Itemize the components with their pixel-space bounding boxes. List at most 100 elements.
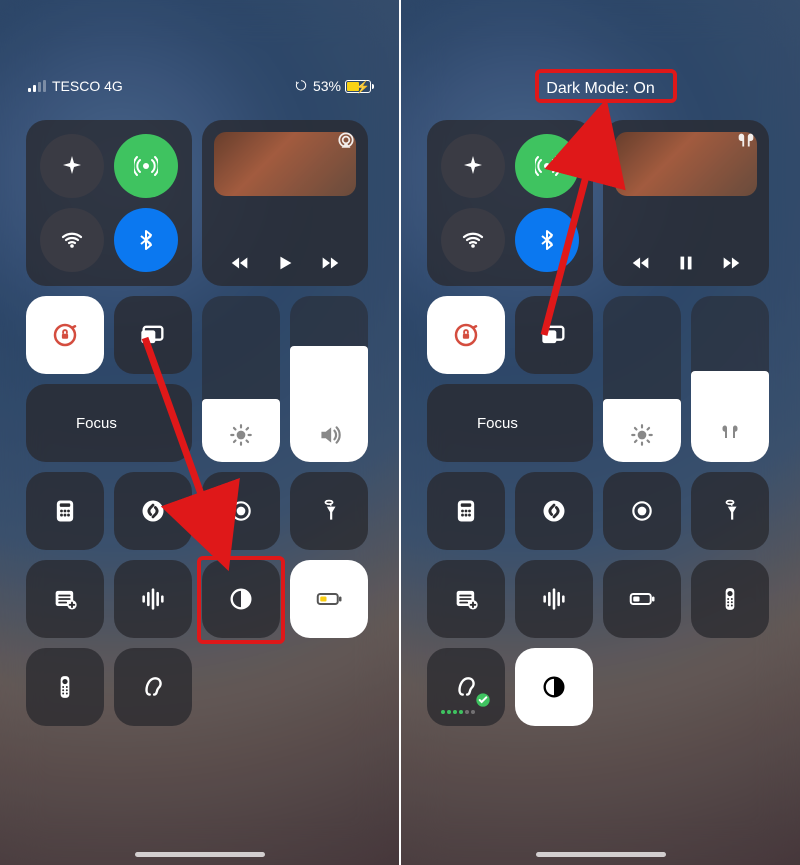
airplane-icon bbox=[60, 154, 84, 178]
orientation-lock-toggle[interactable] bbox=[26, 296, 104, 374]
brightness-icon bbox=[228, 422, 254, 448]
airpods-small-icon bbox=[715, 418, 745, 448]
focus-label: Focus bbox=[477, 415, 518, 432]
battery-lpm-icon bbox=[314, 584, 344, 614]
home-indicator[interactable] bbox=[536, 852, 666, 857]
shazam-button[interactable] bbox=[515, 472, 593, 550]
orientation-lock-icon bbox=[50, 320, 80, 350]
orientation-lock-toggle[interactable] bbox=[427, 296, 505, 374]
cellular-toggle[interactable] bbox=[114, 134, 178, 198]
signal-icon bbox=[28, 81, 46, 92]
forward-button[interactable] bbox=[720, 252, 742, 274]
wifi-toggle[interactable] bbox=[40, 208, 104, 272]
focus-label: Focus bbox=[76, 415, 117, 432]
status-bar: TESCO 4G 53% ⚡ bbox=[0, 78, 399, 94]
screen-record-icon bbox=[228, 498, 254, 524]
orientation-lock-status-icon bbox=[293, 78, 309, 94]
wifi-icon bbox=[461, 228, 485, 252]
flashlight-button[interactable] bbox=[691, 472, 769, 550]
waveform-icon bbox=[139, 585, 167, 613]
rewind-button[interactable] bbox=[229, 252, 251, 274]
moon-icon bbox=[445, 412, 467, 434]
calculator-button[interactable] bbox=[26, 472, 104, 550]
screen-mirror-icon bbox=[139, 321, 167, 349]
calculator-icon bbox=[51, 497, 79, 525]
wifi-toggle[interactable] bbox=[441, 208, 505, 272]
brightness-slider[interactable] bbox=[202, 296, 280, 462]
bluetooth-icon bbox=[535, 228, 559, 252]
battery-icon: ⚡ bbox=[345, 80, 371, 93]
hearing-button[interactable] bbox=[114, 648, 192, 726]
airplane-toggle[interactable] bbox=[40, 134, 104, 198]
connectivity-module[interactable] bbox=[26, 120, 192, 286]
ear-icon bbox=[140, 674, 166, 700]
dark-mode-icon bbox=[227, 585, 255, 613]
battery-lpm-icon bbox=[627, 584, 657, 614]
media-module[interactable] bbox=[603, 120, 769, 286]
right-screenshot: Dark Mode: On Focus bbox=[401, 0, 800, 865]
focus-button[interactable]: Focus bbox=[26, 384, 192, 462]
airplay-icon[interactable] bbox=[336, 130, 356, 150]
rewind-button[interactable] bbox=[630, 252, 652, 274]
apple-tv-remote-button[interactable] bbox=[26, 648, 104, 726]
forward-button[interactable] bbox=[319, 252, 341, 274]
volume-icon bbox=[316, 422, 342, 448]
left-screenshot: TESCO 4G 53% ⚡ bbox=[0, 0, 399, 865]
notes-button[interactable] bbox=[427, 560, 505, 638]
cellular-icon bbox=[134, 154, 158, 178]
media-artwork bbox=[214, 132, 356, 196]
apple-tv-remote-button[interactable] bbox=[691, 560, 769, 638]
calculator-icon bbox=[452, 497, 480, 525]
low-power-button[interactable] bbox=[290, 560, 368, 638]
remote-icon bbox=[717, 586, 743, 612]
shazam-button[interactable] bbox=[114, 472, 192, 550]
moon-icon bbox=[44, 412, 66, 434]
wifi-icon bbox=[60, 228, 84, 252]
media-module[interactable] bbox=[202, 120, 368, 286]
notes-button[interactable] bbox=[26, 560, 104, 638]
brightness-slider[interactable] bbox=[603, 296, 681, 462]
airplane-icon bbox=[461, 154, 485, 178]
control-center: Focus bbox=[427, 120, 774, 726]
bluetooth-toggle[interactable] bbox=[114, 208, 178, 272]
focus-button[interactable]: Focus bbox=[427, 384, 593, 462]
orientation-lock-icon bbox=[451, 320, 481, 350]
airpods-volume-slider[interactable] bbox=[691, 296, 769, 462]
hearing-level-dots bbox=[441, 710, 475, 714]
bluetooth-icon bbox=[134, 228, 158, 252]
battery-pct-label: 53% bbox=[313, 78, 341, 94]
dark-mode-button[interactable] bbox=[202, 560, 280, 638]
bluetooth-toggle[interactable] bbox=[515, 208, 579, 272]
shazam-icon bbox=[540, 497, 568, 525]
carrier-label: TESCO 4G bbox=[52, 78, 123, 94]
dark-mode-status-label: Dark Mode: On bbox=[546, 80, 654, 98]
cellular-toggle[interactable] bbox=[515, 134, 579, 198]
hearing-button-active[interactable] bbox=[427, 648, 505, 726]
brightness-icon bbox=[629, 422, 655, 448]
low-power-button[interactable] bbox=[603, 560, 681, 638]
voice-memo-button[interactable] bbox=[515, 560, 593, 638]
flashlight-icon bbox=[717, 498, 743, 524]
screen-mirroring-button[interactable] bbox=[515, 296, 593, 374]
flashlight-button[interactable] bbox=[290, 472, 368, 550]
notes-icon bbox=[51, 585, 79, 613]
airplane-toggle[interactable] bbox=[441, 134, 505, 198]
screen-record-button[interactable] bbox=[603, 472, 681, 550]
screen-mirroring-button[interactable] bbox=[114, 296, 192, 374]
flashlight-icon bbox=[316, 498, 342, 524]
volume-slider[interactable] bbox=[290, 296, 368, 462]
play-button[interactable] bbox=[274, 252, 296, 274]
waveform-icon bbox=[540, 585, 568, 613]
notes-icon bbox=[452, 585, 480, 613]
calculator-button[interactable] bbox=[427, 472, 505, 550]
screen-record-button[interactable] bbox=[202, 472, 280, 550]
pause-button[interactable] bbox=[675, 252, 697, 274]
screen-record-icon bbox=[629, 498, 655, 524]
dark-mode-button-active[interactable] bbox=[515, 648, 593, 726]
screen-mirror-icon bbox=[540, 321, 568, 349]
voice-memo-button[interactable] bbox=[114, 560, 192, 638]
connectivity-module[interactable] bbox=[427, 120, 593, 286]
airpods-icon[interactable] bbox=[735, 130, 757, 152]
dark-mode-icon bbox=[540, 673, 568, 701]
home-indicator[interactable] bbox=[135, 852, 265, 857]
